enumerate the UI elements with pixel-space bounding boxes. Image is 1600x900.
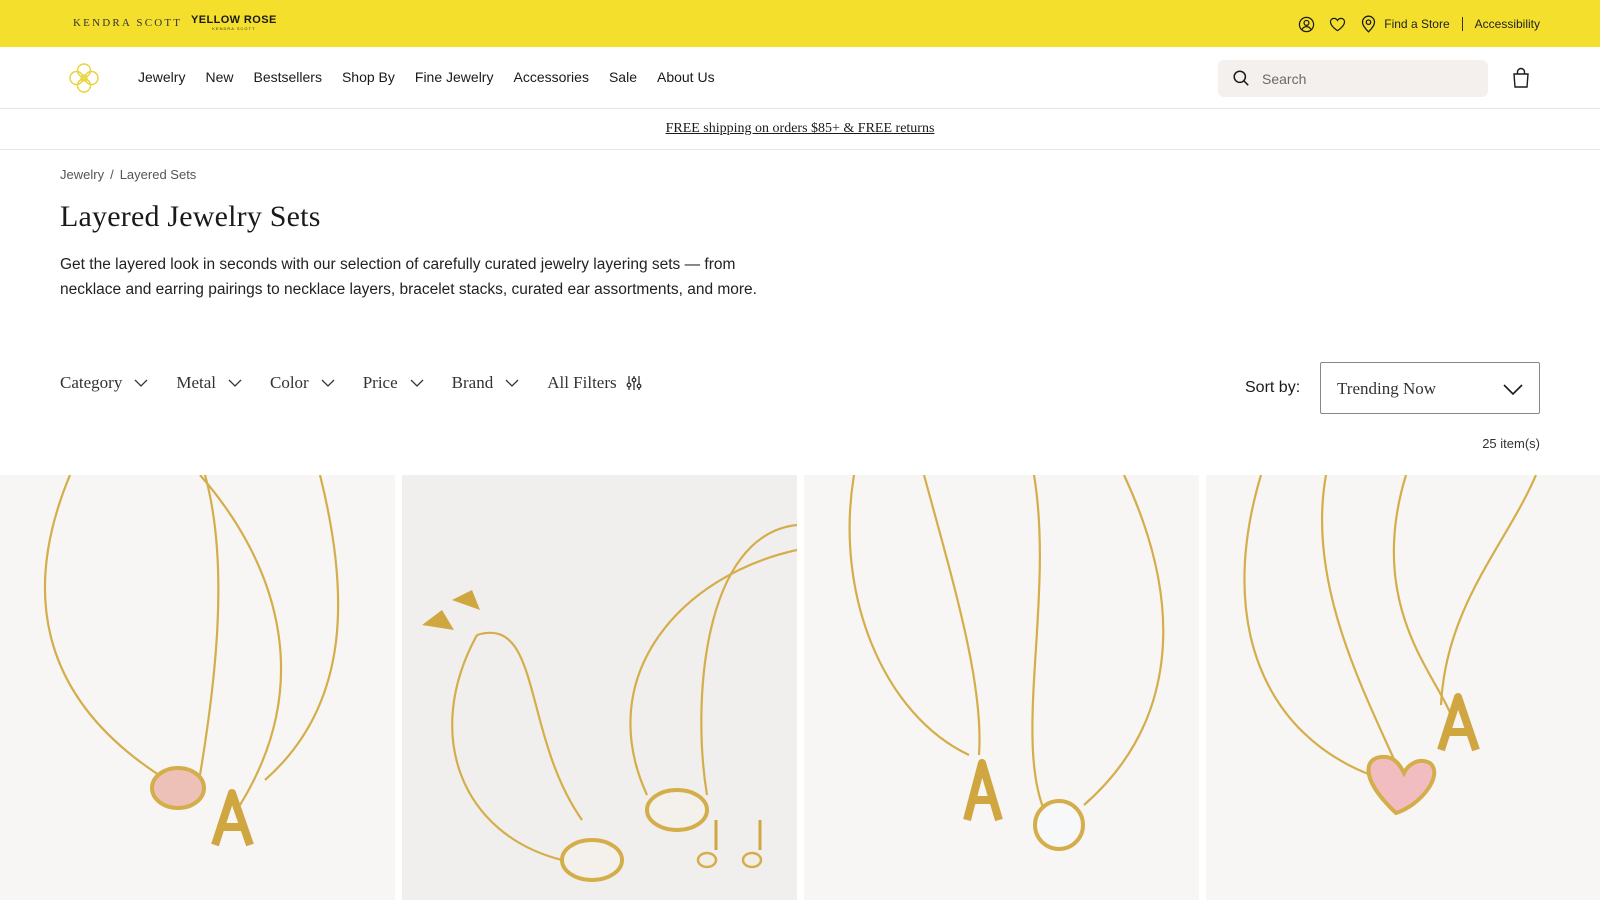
all-filters-button[interactable]: All Filters xyxy=(547,373,642,393)
product-card[interactable] xyxy=(1206,475,1600,900)
nav-menu: Jewelry New Bestsellers Shop By Fine Jew… xyxy=(138,69,735,85)
utility-links: Find a Store Accessibility xyxy=(1285,13,1540,35)
filter-label: Color xyxy=(269,373,309,392)
nav-item-sale[interactable]: Sale xyxy=(609,69,637,85)
nav-item-shop-by[interactable]: Shop By xyxy=(342,69,395,85)
product-image-letter-a-white-opal xyxy=(848,475,1165,851)
filter-label: Category xyxy=(60,373,123,392)
product-grid xyxy=(0,475,1600,900)
chevron-down-icon xyxy=(505,379,519,387)
kendra-scott-logo-icon[interactable] xyxy=(67,61,101,95)
product-card[interactable] xyxy=(804,475,1199,900)
page-title: Layered Jewelry Sets xyxy=(60,200,321,233)
account-icon[interactable] xyxy=(1296,14,1316,34)
product-image-pearl-bracelet-necklace-earrings xyxy=(422,523,797,882)
nav-item-jewelry[interactable]: Jewelry xyxy=(138,69,185,85)
main-nav: Jewelry New Bestsellers Shop By Fine Jew… xyxy=(0,47,1600,109)
filter-label: Price xyxy=(362,373,398,392)
filter-sliders-icon xyxy=(626,376,642,390)
map-pin-icon[interactable] xyxy=(1358,14,1378,34)
page-description: Get the layered look in seconds with our… xyxy=(60,256,757,298)
chevron-down-icon xyxy=(134,379,148,387)
filter-label: Metal xyxy=(176,373,216,392)
shopping-bag-icon[interactable] xyxy=(1511,67,1533,89)
chevron-down-icon xyxy=(321,379,335,387)
nav-item-about-us[interactable]: About Us xyxy=(657,69,715,85)
accessibility-link[interactable]: Accessibility xyxy=(1475,17,1540,31)
heart-icon[interactable] xyxy=(1327,14,1347,34)
product-card[interactable] xyxy=(402,475,797,900)
item-count: 25 item(s) xyxy=(1482,436,1540,451)
product-card[interactable] xyxy=(0,475,395,900)
filter-price[interactable]: Price xyxy=(363,373,424,393)
sort-selected-value: Trending Now xyxy=(1337,379,1437,398)
filter-metal[interactable]: Metal xyxy=(176,373,242,393)
nav-item-accessories[interactable]: Accessories xyxy=(513,69,588,85)
chevron-down-icon xyxy=(410,379,424,387)
filter-category[interactable]: Category xyxy=(60,373,148,393)
yellow-rose-logo-text: YELLOW ROSE xyxy=(191,14,277,26)
sort-dropdown[interactable]: Trending Now xyxy=(1320,362,1540,414)
all-filters-label: All Filters xyxy=(547,373,617,392)
filter-brand[interactable]: Brand xyxy=(452,373,520,393)
breadcrumb-separator: / xyxy=(110,167,114,182)
filter-color[interactable]: Color xyxy=(270,373,335,393)
utility-divider xyxy=(1461,17,1463,31)
breadcrumb-item-layered-sets[interactable]: Layered Sets xyxy=(120,167,197,182)
free-shipping-link[interactable]: FREE shipping on orders $85+ & FREE retu… xyxy=(666,121,935,137)
filter-label: Brand xyxy=(451,373,494,392)
filter-bar: Category Metal Color Price Brand All Fil… xyxy=(60,373,671,393)
yellow-rose-logo-subtext: KENDRA SCOTT xyxy=(212,26,256,31)
search-bar[interactable] xyxy=(1218,60,1488,97)
search-input[interactable] xyxy=(1262,60,1472,97)
product-image-pink-heart-letter-a xyxy=(1243,475,1538,816)
nav-item-new[interactable]: New xyxy=(205,69,233,85)
nav-item-fine-jewelry[interactable]: Fine Jewelry xyxy=(415,69,494,85)
breadcrumb-item-jewelry[interactable]: Jewelry xyxy=(60,167,104,182)
chevron-down-icon xyxy=(1503,384,1523,396)
find-a-store-link[interactable]: Find a Store xyxy=(1384,17,1449,31)
promo-banner: FREE shipping on orders $85+ & FREE retu… xyxy=(0,109,1600,150)
sort-label: Sort by: xyxy=(1245,379,1301,396)
yellow-rose-logo[interactable]: YELLOW ROSE KENDRA SCOTT xyxy=(191,14,277,32)
breadcrumb: Jewelry / Layered Sets xyxy=(60,167,196,182)
kendra-scott-logo[interactable]: KENDRA SCOTT xyxy=(73,17,182,29)
chevron-down-icon xyxy=(228,379,242,387)
nav-item-bestsellers[interactable]: Bestsellers xyxy=(253,69,321,85)
product-image-pink-oval-letter-a xyxy=(44,475,340,847)
utility-bar: KENDRA SCOTT YELLOW ROSE KENDRA SCOTT Fi… xyxy=(0,0,1600,47)
search-icon[interactable] xyxy=(1232,69,1250,87)
